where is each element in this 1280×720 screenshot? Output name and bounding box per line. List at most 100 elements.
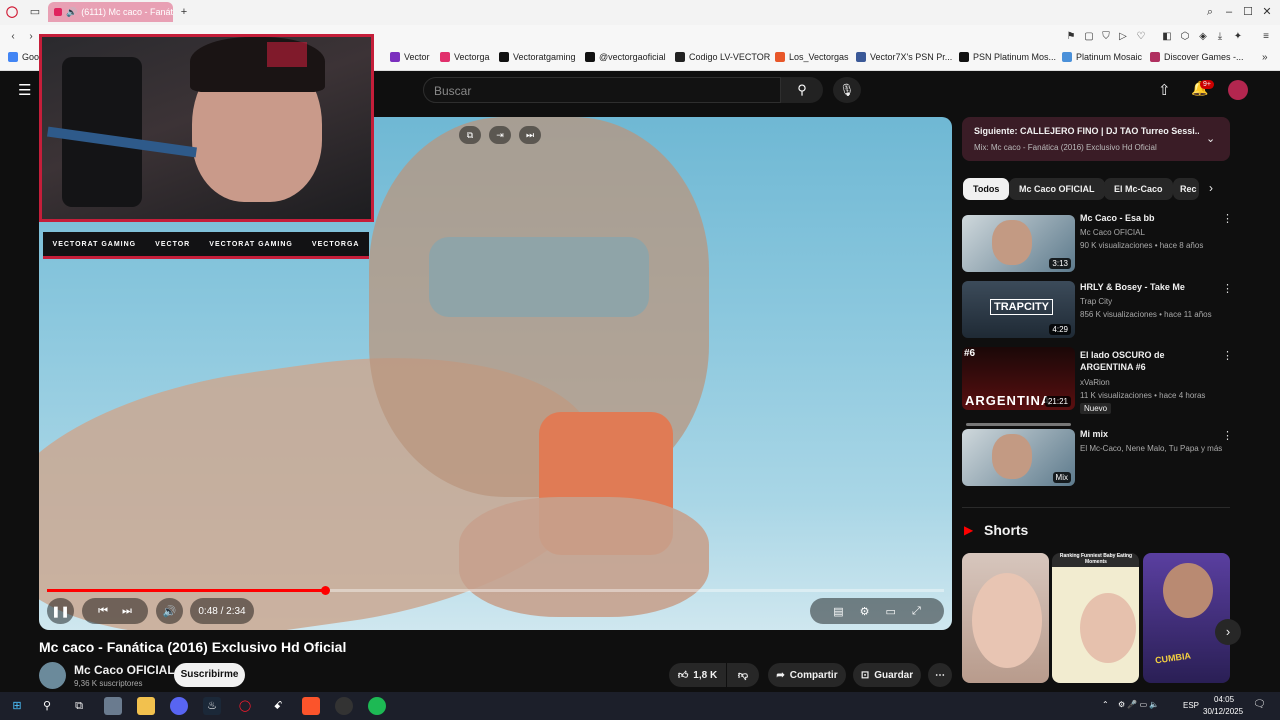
video-thumbnail[interactable]: #6 ARGENTINA 21:21 — [962, 347, 1075, 410]
steam-icon[interactable]: ♨ — [203, 697, 221, 715]
notification-center-icon[interactable]: 🗨 — [1253, 699, 1266, 710]
minimize-icon[interactable]: – — [1222, 5, 1236, 19]
share-button[interactable]: ➦ Compartir — [768, 663, 846, 687]
bookmark-item[interactable]: Vectorga — [440, 52, 490, 62]
ai-icon[interactable]: ✦ — [1231, 30, 1245, 44]
video-title[interactable]: HRLY & Bosey - Take Me — [1080, 281, 1218, 293]
theater-mode-icon[interactable]: ▭ — [886, 605, 896, 618]
spotify-icon[interactable] — [368, 697, 386, 715]
save-button[interactable]: ⊡ Guardar — [853, 663, 921, 687]
chevron-right-icon[interactable]: › — [1209, 181, 1213, 195]
maximize-icon[interactable]: ☐ — [1241, 5, 1255, 19]
profile-icon[interactable]: ◧ — [1160, 30, 1174, 44]
mix-thumbnail[interactable]: Mix — [962, 429, 1075, 486]
tray-chevron-icon[interactable]: ⌃ — [1102, 700, 1109, 709]
short-card[interactable]: Ranking Funniest Baby Eating Moments — [1052, 553, 1139, 683]
shield-icon[interactable]: ⛉ — [1099, 30, 1113, 44]
chip-el-mc-caco[interactable]: El Mc-Caco — [1104, 178, 1173, 200]
back-icon[interactable]: ‹ — [6, 30, 20, 44]
channel-avatar[interactable] — [39, 662, 66, 689]
voice-search-icon[interactable]: 🎙 — [833, 77, 861, 103]
obs-icon[interactable] — [335, 697, 353, 715]
video-title[interactable]: Mc Caco - Esa bb — [1080, 212, 1218, 224]
clock-date[interactable]: 30/12/2025 — [1203, 707, 1243, 716]
bookmark-item[interactable]: Goo — [8, 52, 39, 62]
heart-icon[interactable]: ♡ — [1134, 30, 1148, 44]
new-tab-button[interactable]: + — [177, 5, 191, 19]
extension-icon[interactable]: ⚑ — [1064, 30, 1078, 44]
pause-button[interactable]: ❚❚ — [47, 598, 74, 624]
download-icon[interactable]: ⤓ — [1213, 30, 1227, 44]
subscribe-button[interactable]: Suscribirme — [174, 663, 245, 687]
up-next-box[interactable] — [962, 117, 1230, 161]
active-tab[interactable]: 🔊 (6111) Mc caco - Fanát — [48, 2, 173, 22]
snapshot-icon[interactable]: ▢ — [1082, 30, 1096, 44]
file-explorer-icon[interactable] — [137, 697, 155, 715]
discord-icon[interactable] — [170, 697, 188, 715]
more-actions-icon[interactable]: ⋯ — [928, 663, 952, 687]
app-icon[interactable]: ꗃ — [269, 697, 287, 715]
bookmark-item[interactable]: Codigo LV-VECTOR — [675, 52, 770, 62]
hamburger-menu-icon[interactable]: ☰ — [18, 81, 31, 99]
chip-todos[interactable]: Todos — [963, 178, 1010, 200]
account-avatar[interactable] — [1228, 80, 1248, 100]
settings-gear-icon[interactable]: ⚙ — [860, 605, 870, 618]
cube-icon[interactable]: ◈ — [1196, 30, 1210, 44]
bookmark-item[interactable]: Vector — [390, 52, 430, 62]
search-button[interactable]: ⚲ — [781, 77, 823, 103]
bookmark-item[interactable]: Discover Games -... — [1150, 52, 1244, 62]
subtitles-icon[interactable]: ▤ — [833, 605, 843, 618]
progress-scrubber[interactable] — [321, 586, 331, 595]
like-button[interactable]: 👍︎ 1,8 K — [669, 663, 726, 687]
video-thumbnail[interactable]: TRAPCITY 4:29 — [962, 281, 1075, 338]
chip-mc-caco-oficial[interactable]: Mc Caco OFICIAL — [1009, 178, 1105, 200]
skip-icon[interactable]: ⏭ — [519, 126, 541, 144]
popout-icon[interactable]: ⧉ — [459, 126, 481, 144]
dislike-button[interactable]: 👎︎ — [727, 663, 759, 687]
bookmark-item[interactable]: PSN Platinum Mos... — [959, 52, 1056, 62]
exit-icon[interactable]: ⇥ — [489, 126, 511, 144]
video-channel[interactable]: Trap City — [1080, 296, 1225, 307]
more-bookmarks-icon[interactable]: » — [1262, 52, 1268, 63]
opera-gx-icon[interactable]: ◯ — [236, 697, 254, 715]
windows-start-icon[interactable]: ⊞ — [8, 697, 26, 715]
close-window-icon[interactable]: ✕ — [1260, 5, 1274, 19]
tab-menu-icon[interactable]: ▭ — [28, 5, 42, 19]
forward-icon[interactable]: › — [24, 30, 38, 44]
more-options-icon[interactable]: ⋮ — [1222, 349, 1233, 362]
video-progress-bar[interactable] — [47, 589, 944, 592]
video-channel[interactable]: Mc Caco OFICIAL — [1080, 227, 1225, 238]
app-icon[interactable] — [104, 697, 122, 715]
bookmark-item[interactable]: @vectorgaoficial — [585, 52, 666, 62]
video-channel[interactable]: xVaRion — [1080, 377, 1225, 388]
upload-icon[interactable]: ⇧ — [1158, 81, 1171, 99]
short-card[interactable] — [962, 553, 1049, 683]
search-input[interactable]: Buscar — [423, 77, 781, 103]
bookmark-item[interactable]: Vector7X's PSN Pr... — [856, 52, 952, 62]
shorts-next-icon[interactable]: › — [1215, 619, 1241, 645]
menu-icon[interactable]: ≡ — [1259, 30, 1273, 44]
search-icon[interactable]: ⚲ — [38, 697, 56, 715]
video-title[interactable]: Mi mix — [1080, 428, 1218, 440]
previous-icon[interactable]: ⏮ — [98, 605, 108, 618]
play-icon[interactable]: ▷ — [1116, 30, 1130, 44]
tray-icons[interactable]: ⚙ 🎤 ▭ 🔈 — [1118, 700, 1159, 709]
search-tabs-icon[interactable]: ⌕ — [1203, 5, 1217, 19]
task-view-icon[interactable]: ⧉ — [70, 697, 88, 715]
next-icon[interactable]: ⏭ — [122, 605, 132, 618]
more-options-icon[interactable]: ⋮ — [1222, 429, 1233, 442]
opera-logo-icon[interactable]: ◯ — [5, 5, 19, 19]
chevron-down-icon[interactable]: ⌄ — [1206, 132, 1215, 145]
bookmark-item[interactable]: Vectoratgaming — [499, 52, 576, 62]
short-card[interactable]: CUMBIA — [1143, 553, 1230, 683]
more-options-icon[interactable]: ⋮ — [1222, 212, 1233, 225]
extensions-icon[interactable]: ⬡ — [1178, 30, 1192, 44]
volume-icon[interactable]: 🔊 — [156, 598, 183, 624]
language-indicator[interactable]: ESP — [1183, 701, 1199, 710]
bookmark-item[interactable]: Los_Vectorgas — [775, 52, 849, 62]
video-thumbnail[interactable]: 3:13 — [962, 215, 1075, 272]
channel-name[interactable]: Mc Caco OFICIAL — [74, 663, 175, 677]
clock-time[interactable]: 04:05 — [1214, 695, 1234, 704]
brave-icon[interactable] — [302, 697, 320, 715]
fullscreen-icon[interactable]: ⤢ — [912, 605, 921, 618]
